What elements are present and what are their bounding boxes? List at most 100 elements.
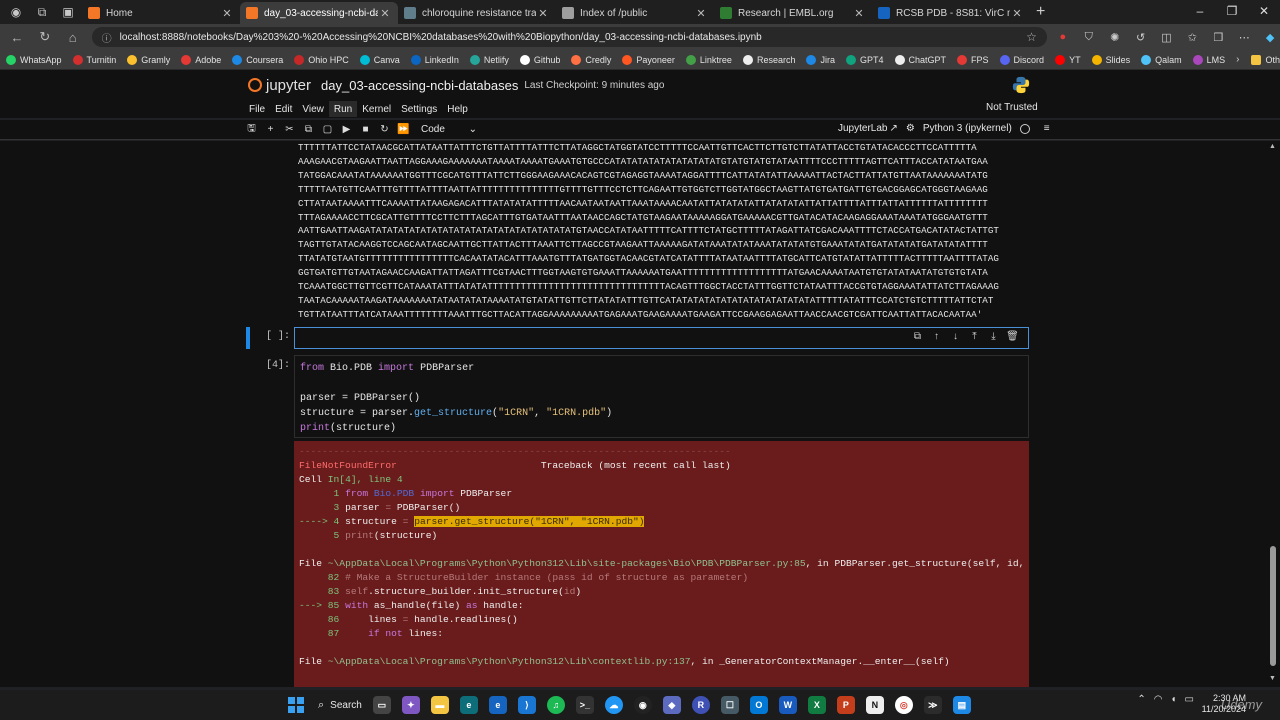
bookmarks-overflow-icon[interactable]: › bbox=[1236, 54, 1239, 65]
restart-run-all-icon[interactable]: ⏩ bbox=[394, 122, 413, 138]
chatgpt-icon[interactable]: ✺ bbox=[1105, 27, 1125, 47]
menu-kernel[interactable]: Kernel bbox=[357, 101, 396, 117]
bookmark-item[interactable]: Coursera bbox=[232, 54, 283, 65]
bookmark-item[interactable]: Canva bbox=[359, 54, 400, 65]
bookmark-item[interactable]: Github bbox=[519, 54, 560, 65]
menu-help[interactable]: Help bbox=[442, 101, 473, 117]
close-window-icon[interactable]: ✕ bbox=[1248, 0, 1280, 22]
bookmark-item[interactable]: Linktree bbox=[685, 54, 732, 65]
close-tab-icon[interactable]: ✕ bbox=[536, 7, 550, 20]
restart-icon[interactable]: ↻ bbox=[375, 122, 394, 138]
edge-beta-icon[interactable]: e bbox=[488, 696, 507, 714]
address-bar[interactable]: ⓘ localhost:8888/notebooks/Day%203%20-%2… bbox=[91, 27, 1047, 47]
bookmark-item[interactable]: Adobe bbox=[181, 54, 221, 65]
bookmark-item[interactable]: Discord bbox=[999, 54, 1044, 65]
shield-icon[interactable]: ⛉ bbox=[1079, 27, 1099, 47]
extension-icon[interactable]: ● bbox=[1053, 27, 1073, 47]
new-tab-button[interactable]: + bbox=[1036, 3, 1045, 21]
paste-icon[interactable]: ▢ bbox=[318, 122, 337, 138]
bookmark-item[interactable]: Research bbox=[742, 54, 795, 65]
browser-tab[interactable]: day_03-accessing-ncbi-databases✕ bbox=[240, 2, 398, 24]
notion-icon[interactable]: N bbox=[865, 696, 884, 714]
bookmark-item[interactable]: Ohio HPC bbox=[294, 54, 349, 65]
word-icon[interactable]: W bbox=[778, 696, 797, 714]
browser-tab[interactable]: Index of /public ✕ bbox=[556, 2, 714, 24]
notebook-title[interactable]: day_03-accessing-ncbi-databases bbox=[321, 78, 518, 93]
menu-edit[interactable]: Edit bbox=[270, 101, 297, 117]
bookmark-item[interactable]: FPS bbox=[957, 54, 989, 65]
scrollbar-thumb[interactable] bbox=[1270, 546, 1276, 666]
empty-code-cell[interactable]: ⧉ ↑ ↓ ⤒ ⤓ 🗑 bbox=[294, 327, 1029, 349]
chrome-icon[interactable]: ◎ bbox=[894, 696, 913, 714]
browser-tab[interactable]: RCSB PDB - 8S81: VirC mutant C✕ bbox=[872, 2, 1030, 24]
copy-icon[interactable]: ⧉ bbox=[299, 122, 318, 138]
bookmark-item[interactable]: Netlify bbox=[469, 54, 509, 65]
back-icon[interactable]: ← bbox=[6, 26, 28, 48]
scroll-up-icon[interactable]: ▲ bbox=[1269, 143, 1276, 150]
r-icon[interactable]: R bbox=[691, 696, 710, 714]
refresh-icon[interactable]: ↻ bbox=[34, 26, 56, 48]
app-icon[interactable]: ☐ bbox=[720, 696, 739, 714]
sync-icon[interactable]: ↺ bbox=[1131, 27, 1151, 47]
split-screen-icon[interactable]: ◫ bbox=[1157, 27, 1177, 47]
bookmark-item[interactable]: Turnitin bbox=[72, 54, 116, 65]
excel-icon[interactable]: X bbox=[807, 696, 826, 714]
vscode-icon[interactable]: ⟩ bbox=[517, 696, 536, 714]
insert-above-icon[interactable]: ⤒ bbox=[965, 331, 984, 342]
weather-icon[interactable]: ☁ bbox=[604, 696, 623, 714]
start-button[interactable] bbox=[288, 697, 304, 713]
maximize-icon[interactable]: ❐ bbox=[1216, 0, 1248, 22]
bookmark-item[interactable]: YT bbox=[1055, 54, 1081, 65]
duplicate-cell-icon[interactable]: ⧉ bbox=[908, 331, 927, 342]
insert-below-icon[interactable]: ⤓ bbox=[984, 331, 1003, 342]
bookmark-star-icon[interactable]: ☆ bbox=[1026, 30, 1037, 44]
tab-actions-icon[interactable]: ▣ bbox=[58, 2, 78, 22]
move-down-icon[interactable]: ↓ bbox=[946, 331, 965, 342]
menu-run[interactable]: Run bbox=[328, 101, 358, 117]
favorites-icon[interactable]: ✩ bbox=[1182, 27, 1202, 47]
powerpoint-icon[interactable]: P bbox=[836, 696, 855, 714]
copilot-icon[interactable]: ◆ bbox=[1260, 27, 1280, 47]
bookmark-item[interactable]: Credly bbox=[571, 54, 611, 65]
menu-file[interactable]: File bbox=[244, 101, 270, 117]
menu-view[interactable]: View bbox=[297, 101, 329, 117]
bookmark-item[interactable]: Gramly bbox=[127, 54, 170, 65]
git-icon[interactable]: ◆ bbox=[662, 696, 681, 714]
close-tab-icon[interactable]: ✕ bbox=[694, 7, 708, 20]
bookmark-item[interactable]: Jira bbox=[806, 54, 835, 65]
collections-icon[interactable]: ❒ bbox=[1208, 27, 1228, 47]
volume-icon[interactable]: ◖ bbox=[1171, 694, 1177, 705]
trust-status[interactable]: Not Trusted bbox=[986, 102, 1038, 113]
taskbar-search[interactable]: ⌕ Search bbox=[318, 699, 362, 712]
kernel-settings-icon[interactable]: ⚙ bbox=[906, 123, 915, 134]
site-info-icon[interactable]: ⓘ bbox=[102, 30, 112, 45]
run-icon[interactable]: ▶ bbox=[337, 122, 356, 138]
terminal-icon[interactable]: >_ bbox=[575, 696, 594, 714]
move-up-icon[interactable]: ↑ bbox=[927, 331, 946, 342]
notebook-scrollbar[interactable]: ▲ ▼ bbox=[1266, 141, 1280, 687]
browser-tab[interactable]: Research | EMBL.org ✕ bbox=[714, 2, 872, 24]
more-icon[interactable]: ⋯ bbox=[1234, 27, 1254, 47]
workspaces-icon[interactable]: ⧉ bbox=[32, 2, 52, 22]
python-idle-icon[interactable]: ≫ bbox=[923, 696, 942, 714]
minimize-icon[interactable]: – bbox=[1184, 0, 1216, 22]
edge-icon[interactable]: e bbox=[459, 696, 478, 714]
browser-tab[interactable]: Home ✕ bbox=[82, 2, 240, 24]
insert-cell-icon[interactable]: + bbox=[261, 122, 280, 138]
battery-icon[interactable]: ▭ bbox=[1185, 694, 1194, 705]
close-tab-icon[interactable]: ✕ bbox=[852, 7, 866, 20]
home-icon[interactable]: ⌂ bbox=[62, 26, 84, 48]
jupyter-logo[interactable]: jupyter bbox=[248, 77, 311, 94]
cut-icon[interactable]: ✂ bbox=[280, 122, 299, 138]
bookmark-item[interactable]: ChatGPT bbox=[894, 54, 946, 65]
jupyterlab-link[interactable]: JupyterLab bbox=[838, 123, 887, 134]
task-view-icon[interactable]: ▭ bbox=[372, 696, 391, 714]
cell-type-select[interactable]: Code ⌄ bbox=[421, 124, 477, 135]
outlook-icon[interactable]: O bbox=[749, 696, 768, 714]
code-cell[interactable]: from Bio.PDB import PDBParser parser = P… bbox=[294, 355, 1029, 438]
bookmark-item[interactable]: WhatsApp bbox=[6, 54, 62, 65]
menu-settings[interactable]: Settings bbox=[396, 101, 442, 117]
bookmark-item[interactable]: Slides bbox=[1091, 54, 1130, 65]
close-tab-icon[interactable]: ✕ bbox=[1010, 7, 1024, 20]
delete-cell-icon[interactable]: 🗑 bbox=[1003, 331, 1022, 342]
